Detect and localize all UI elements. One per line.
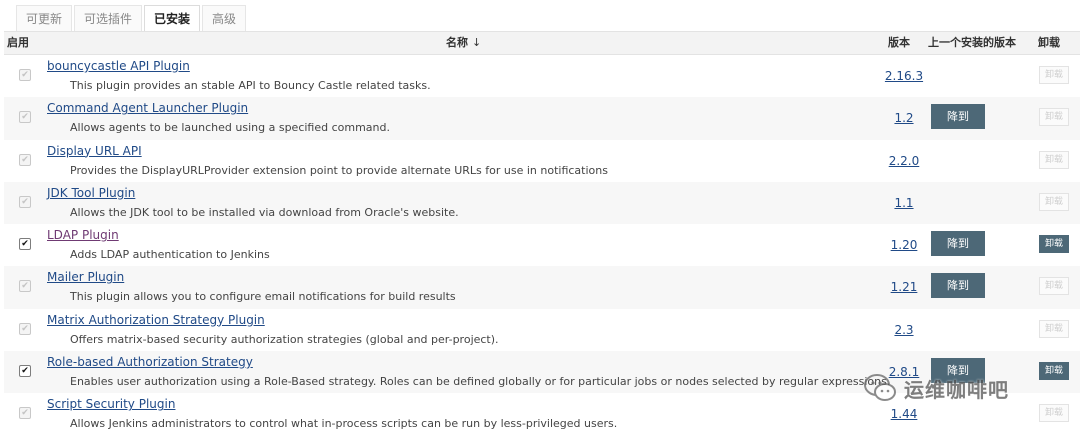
watermark-text: 运维咖啡吧 [904,377,1009,402]
table-row: ✔ Mailer Plugin This plugin allows you to … [4,266,1080,309]
plugin-name-link[interactable]: Script Security Plugin [47,397,175,411]
enabled-checkbox: ✔ [19,195,31,208]
enabled-checkbox: ✔ [19,111,31,124]
plugin-description: Allows agents to be launched using a spe… [70,121,390,135]
plugin-description: Enables user authorization using a Role-… [70,375,891,389]
watermark: 运维咖啡吧 [862,370,1009,406]
enabled-checkbox: ✔ [19,69,31,81]
plugin-description: Allows the JDK tool to be installed via … [70,205,459,219]
uninstall-button: 卸载 [1039,319,1069,338]
plugin-version-link[interactable]: 2.16.3 [868,69,940,83]
column-header-enabled: 启用 [7,36,29,49]
column-header-name[interactable]: 名称 ↓ [446,32,481,54]
table-row: ✔ JDK Tool Plugin Allows the JDK tool to b… [4,181,1080,225]
column-header-previous-version: 上一个安装的版本 [928,36,1016,49]
table-row: ✔ Display URL API Provides the DisplayURLP… [4,139,1080,182]
tab-installed[interactable]: 已安装 [144,5,201,31]
uninstall-button[interactable]: 卸载 [1039,362,1069,381]
plugin-name-link[interactable]: Role-based Authorization Strategy [47,355,253,369]
plugin-version-link[interactable]: 1.21 [868,280,940,294]
tab-advanced[interactable]: 高级 [202,5,247,31]
table-row: ✔ Command Agent Launcher Plugin Allows age… [4,97,1080,140]
plugin-description: Allows Jenkins administrators to control… [70,417,618,431]
plugin-name-link[interactable]: Matrix Authorization Strategy Plugin [47,313,265,327]
plugin-version-link[interactable]: 1.1 [868,196,940,210]
column-header-name-label: 名称 [446,36,468,49]
plugin-version-link[interactable]: 2.2.0 [868,154,940,168]
plugin-version-link[interactable]: 1.2 [868,111,940,125]
uninstall-button[interactable]: 卸载 [1039,235,1069,254]
tab-updates[interactable]: 可更新 [16,5,73,31]
plugin-name-link[interactable]: Display URL API [47,144,142,158]
enabled-checkbox: ✔ [19,322,31,335]
table-row: ✔ LDAP Plugin Adds LDAP authentication to … [4,224,1080,267]
column-header-uninstall: 卸载 [1038,36,1060,49]
downgrade-button[interactable]: 降到 [931,104,985,130]
uninstall-button: 卸载 [1039,277,1069,296]
plugin-name-link[interactable]: LDAP Plugin [47,228,119,242]
plugin-description: Adds LDAP authentication to Jenkins [70,248,270,262]
enabled-checkbox[interactable]: ✔ [19,238,31,251]
sort-descending-icon: ↓ [472,36,482,49]
downgrade-button[interactable]: 降到 [931,231,985,257]
downgrade-button[interactable]: 降到 [931,273,985,299]
table-header: 启用 名称 ↓ 版本 上一个安装的版本 卸载 [4,31,1080,55]
plugin-version-link[interactable]: 1.20 [868,238,940,252]
plugin-description: This plugin provides an stable API to Bo… [70,79,431,92]
enabled-checkbox[interactable]: ✔ [19,365,31,378]
uninstall-button: 卸载 [1039,66,1069,84]
tab-available[interactable]: 可选插件 [74,5,143,31]
enabled-checkbox: ✔ [19,153,31,166]
table-row: ✔ Matrix Authorization Strategy Plugin Off… [4,308,1080,352]
uninstall-button: 卸载 [1039,108,1069,127]
plugin-version-link[interactable]: 1.44 [868,407,940,421]
plugin-version-link[interactable]: 2.3 [868,323,940,337]
plugin-description: This plugin allows you to configure emai… [70,290,456,304]
table-row: ✔ bouncycastle API Plugin This plugin prov… [4,55,1080,98]
plugin-description: Offers matrix-based security authorizati… [70,332,499,346]
wechat-logo-icon [864,374,896,401]
column-header-version: 版本 [888,36,910,49]
uninstall-button: 卸载 [1039,150,1069,169]
plugin-name-link[interactable]: Mailer Plugin [47,270,124,284]
plugin-name-link[interactable]: JDK Tool Plugin [47,186,135,200]
plugin-name-link[interactable]: bouncycastle API Plugin [47,59,190,73]
enabled-checkbox: ✔ [19,407,31,420]
plugin-manager-tabs: 可更新 可选插件 已安装 高级 [16,4,248,31]
enabled-checkbox: ✔ [19,280,31,293]
plugin-description: Provides the DisplayURLProvider extensio… [70,163,608,177]
plugin-name-link[interactable]: Command Agent Launcher Plugin [47,101,248,115]
uninstall-button: 卸载 [1039,192,1069,211]
uninstall-button: 卸载 [1039,404,1069,423]
